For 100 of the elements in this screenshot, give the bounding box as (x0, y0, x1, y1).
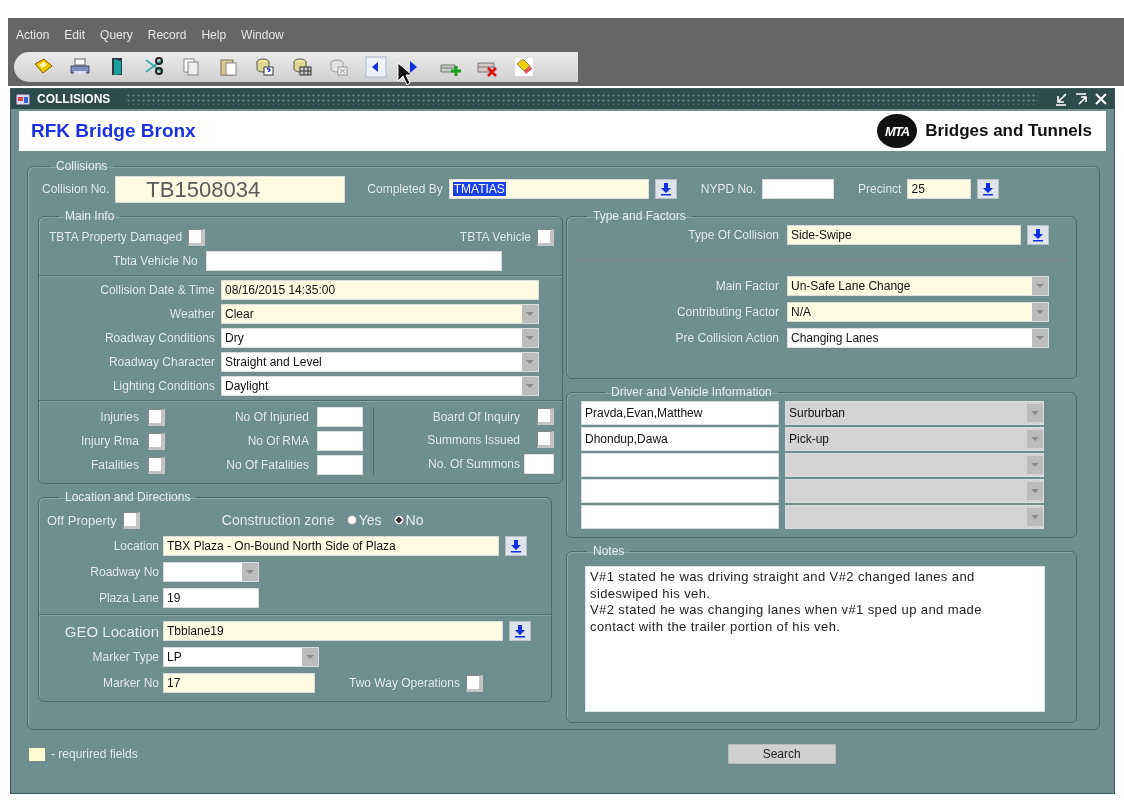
page-title: RFK Bridge Bronx (31, 120, 197, 142)
field-label: Pre Collision Action (675, 331, 779, 345)
checkbox[interactable] (148, 432, 165, 450)
text-field[interactable]: 19 (163, 588, 259, 608)
text-field[interactable] (317, 455, 363, 475)
field-label: TBTA Property Damaged (49, 230, 183, 244)
menu-item[interactable]: Query (100, 28, 133, 42)
text-field[interactable] (581, 453, 779, 477)
dropdown-field[interactable]: N/A (787, 302, 1049, 322)
cylinder-question-icon[interactable] (254, 56, 276, 78)
search-button[interactable]: Search (727, 744, 836, 764)
field-label: No. Of Summons (427, 457, 520, 471)
text-field[interactable]: Tbblane19 (163, 621, 503, 641)
text-field[interactable]: 25 (907, 179, 972, 199)
list-button[interactable] (1027, 225, 1049, 245)
text-field[interactable] (317, 431, 363, 451)
note-text: V#1 stated he was driving straight and V#2 changed lanes and sideswiped his veh. (590, 569, 976, 602)
list-button[interactable] (505, 536, 527, 556)
notes-field[interactable]: V#1 stated he was driving straight and V#2 changed lanes and sideswiped his veh. V#2 stated he was changing lanes when v#1 sped up and made contact with the trailer portion of his veh. (585, 566, 1045, 712)
dropdown-field[interactable]: Dry (221, 328, 539, 348)
field-label: Roadway Character (108, 355, 215, 369)
field-label: Contributing Factor (676, 305, 779, 319)
text-field[interactable] (317, 407, 363, 427)
eraser-icon[interactable] (513, 56, 535, 78)
required-swatch (29, 747, 45, 761)
dropdown-field[interactable]: Changing Lanes (787, 328, 1049, 348)
text-field[interactable]: Pravda,Evan,Matthew (581, 401, 779, 425)
list-button[interactable] (509, 621, 531, 641)
maximize-icon[interactable] (1074, 92, 1088, 106)
dropdown-field[interactable] (785, 479, 1044, 503)
text-field[interactable] (762, 179, 835, 199)
list-button[interactable] (977, 179, 1000, 199)
text-field[interactable]: TB1508034 (115, 175, 346, 203)
field-label: Tbta Vehicle No (113, 254, 198, 268)
caret-icon (522, 329, 538, 347)
field-label: Injuries (100, 410, 139, 424)
dropdown-field[interactable]: Pick-up (785, 427, 1044, 451)
caret-icon (1027, 508, 1043, 526)
dropdown-field[interactable]: LP (163, 647, 319, 667)
field-label: Roadway No (90, 565, 159, 579)
field-label: Plaza Lane (98, 591, 159, 605)
clipboard-icon[interactable] (217, 56, 239, 78)
caret-icon (1032, 303, 1048, 321)
previous-icon[interactable] (365, 56, 387, 78)
text-field[interactable]: Dhondup,Dawa (581, 427, 779, 451)
group-title: Notes (592, 544, 626, 558)
checkbox[interactable] (537, 408, 554, 425)
field-label: Marker No (103, 676, 159, 690)
note-text: V#2 stated he was changing lanes when v#1 sped up and made contact with the trailer portion of his veh. (590, 602, 983, 635)
field-label: Summons Issued (427, 432, 520, 447)
scissors-icon[interactable] (143, 56, 165, 78)
text-field[interactable] (524, 454, 554, 474)
cylinder-grid-icon[interactable] (291, 56, 313, 78)
menu-item[interactable]: Window (241, 28, 284, 42)
text-field[interactable] (205, 251, 502, 271)
field-label: No Of Injuried (234, 410, 309, 424)
dropdown-field[interactable]: Straight and Level (221, 352, 539, 372)
caret-icon (1027, 456, 1043, 474)
dropdown-field[interactable] (163, 562, 259, 582)
download-arrow-icon (1031, 228, 1045, 242)
text-field[interactable] (581, 505, 779, 529)
field-label: Injury Rma (81, 434, 139, 448)
field-label: Precinct (858, 182, 902, 196)
menu-item[interactable]: Edit (64, 28, 86, 42)
field-label: NYPD No. (700, 182, 757, 196)
field-label: Marker Type (92, 650, 159, 664)
mouse-pointer-icon (397, 62, 413, 86)
dropdown-field[interactable]: Clear (221, 304, 539, 324)
checkbox[interactable] (188, 228, 206, 246)
field-label: Weather (169, 307, 215, 321)
checkbox[interactable] (148, 408, 165, 426)
dropdown-field[interactable] (785, 505, 1044, 529)
minimize-icon[interactable] (1054, 92, 1068, 106)
text-field[interactable]: Side-Swipe (787, 225, 1021, 245)
text-field[interactable]: 08/16/2015 14:35:00 (221, 280, 539, 300)
cylinder-cross-icon[interactable] (328, 56, 350, 78)
text-field[interactable]: TMATIAS (448, 179, 649, 199)
copy-icon[interactable] (180, 56, 202, 78)
menu-item[interactable]: Action (16, 28, 50, 42)
dropdown-field[interactable]: Surburban (785, 401, 1044, 425)
text-field[interactable] (581, 479, 779, 503)
checkbox[interactable] (537, 431, 554, 448)
checkbox[interactable] (148, 456, 165, 474)
menu-item[interactable]: Record (147, 28, 187, 42)
text-field[interactable]: 17 (163, 673, 315, 693)
dropdown-field[interactable]: Un-Safe Lane Change (787, 276, 1049, 296)
logo: MTA (877, 114, 918, 148)
checkbox[interactable] (465, 674, 483, 692)
dropdown-field[interactable]: Daylight (221, 376, 539, 396)
menu-item[interactable]: Help (201, 28, 227, 42)
window-icon (15, 92, 31, 106)
close-icon[interactable] (1094, 92, 1108, 106)
window-title: COLLISIONS (37, 92, 111, 106)
text-field[interactable]: TBX Plaza - On-Bound North Side of Plaza (163, 536, 499, 556)
list-button[interactable] (654, 179, 677, 199)
dropdown-field[interactable] (785, 453, 1044, 477)
checkbox[interactable] (122, 511, 140, 529)
checkbox[interactable] (537, 228, 554, 246)
caret-icon (522, 353, 538, 371)
caret-icon (522, 377, 538, 395)
